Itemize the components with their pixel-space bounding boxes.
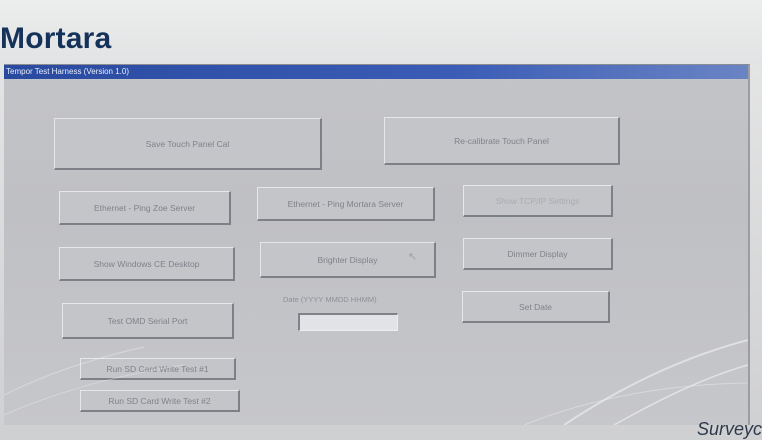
mortara-logo: Mortara [0,22,112,55]
show-windows-ce-desktop-button[interactable]: Show Windows CE Desktop [59,247,235,281]
run-sd-card-write-test-1-button[interactable]: Run SD Card Write Test #1 [80,358,236,380]
ethernet-ping-mortara-server-button[interactable]: Ethernet - Ping Mortara Server [257,187,435,221]
pointer-cursor-icon: ↖ [408,251,418,263]
date-field-label: Date (YYYY MMDD HHMM) [283,295,377,304]
test-omd-serial-port-button[interactable]: Test OMD Serial Port [62,303,234,339]
show-tcpip-settings-button[interactable]: Show TCP/IP Settings [463,185,613,217]
dimmer-display-button[interactable]: Dimmer Display [463,238,613,270]
device-screen: Tempor Test Harness (Version 1.0) Save T… [4,64,750,425]
run-sd-card-write-test-2-button[interactable]: Run SD Card Write Test #2 [80,390,240,412]
recalibrate-touch-panel-button[interactable]: Re-calibrate Touch Panel [384,117,620,165]
ethernet-ping-zoe-server-button[interactable]: Ethernet - Ping Zoe Server [59,191,231,225]
watermark-text: Surveyc [696,419,762,439]
bezel-header: Mortara [0,0,762,64]
save-touch-panel-cal-button[interactable]: Save Touch Panel Cal [54,118,322,170]
window-titlebar: Tempor Test Harness (Version 1.0) [4,65,748,79]
date-input[interactable] [298,313,398,331]
set-date-button[interactable]: Set Date [462,291,610,323]
